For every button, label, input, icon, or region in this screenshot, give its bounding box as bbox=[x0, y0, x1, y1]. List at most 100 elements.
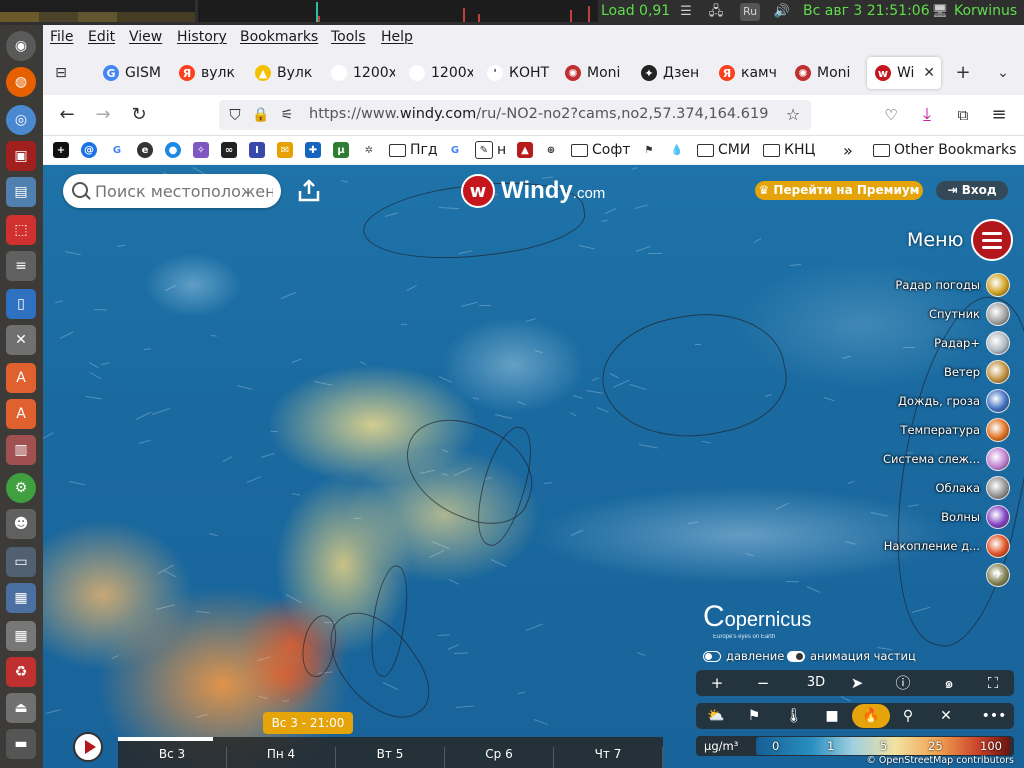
menu-help[interactable]: Help bbox=[381, 29, 413, 45]
tab-3[interactable]: 1200x63 bbox=[323, 57, 395, 89]
locate-icon[interactable]: ➤ bbox=[842, 670, 872, 696]
layer-item[interactable]: Дождь, гроза bbox=[898, 388, 1010, 414]
bookmark-mountain-icon[interactable]: ▲ bbox=[517, 142, 533, 158]
bookmark-folder-soft[interactable]: Софт bbox=[592, 142, 630, 158]
update-icon[interactable]: ⚙ bbox=[6, 473, 36, 503]
document-icon[interactable]: ▯ bbox=[6, 289, 36, 319]
current-time[interactable]: Вс 3 - 21:00 bbox=[263, 712, 353, 734]
bookmark-star-icon[interactable]: ☆ bbox=[781, 103, 805, 127]
toggle-switch[interactable] bbox=[703, 650, 721, 662]
settings-list-icon[interactable]: ≡ bbox=[6, 251, 36, 281]
pocket-icon[interactable]: ♡ bbox=[879, 103, 903, 127]
extensions-icon[interactable]: ⧉ bbox=[951, 103, 975, 127]
particles-toggle[interactable]: анимация частиц bbox=[787, 649, 916, 663]
bookmark-folder-smi[interactable]: СМИ bbox=[718, 142, 750, 158]
ubuntu-icon[interactable]: ◉ bbox=[6, 31, 36, 61]
bookmark-folder-knc[interactable]: КНЦ bbox=[784, 142, 815, 158]
shield-icon[interactable]: ⛉ bbox=[223, 103, 247, 127]
tab-4[interactable]: 1200x63 bbox=[401, 57, 473, 89]
layer-item[interactable]: Ветер bbox=[944, 359, 1010, 385]
screenshot-icon[interactable]: ⬚ bbox=[6, 215, 36, 245]
tab-9[interactable]: ✺ Moni bbox=[787, 57, 859, 89]
layer-item[interactable]: Радар погоды bbox=[895, 272, 1010, 298]
layer-icon[interactable] bbox=[986, 418, 1010, 442]
premium-button[interactable]: ♛ Перейти на Премиум bbox=[755, 181, 923, 200]
zoom-out-icon[interactable]: − bbox=[748, 670, 778, 696]
menu-label[interactable]: Меню bbox=[907, 229, 964, 251]
layer-icon[interactable] bbox=[986, 476, 1010, 500]
lock-icon[interactable]: 🔒 bbox=[249, 103, 273, 127]
bookmark-mail-icon[interactable]: @ bbox=[81, 142, 97, 158]
pollution-icon[interactable]: 🔥 bbox=[852, 704, 890, 728]
archive-icon[interactable]: ▥ bbox=[6, 435, 36, 465]
bookmarks-overflow-icon[interactable]: » bbox=[843, 140, 853, 160]
bookmark-globe-icon[interactable]: ⊕ bbox=[543, 142, 559, 158]
toggle-switch[interactable] bbox=[787, 650, 805, 662]
menu-view[interactable]: View bbox=[129, 29, 162, 45]
forward-arrow-icon[interactable]: → bbox=[91, 103, 115, 127]
layer-item[interactable]: Волны bbox=[941, 504, 1010, 530]
bookmark-envelope-icon[interactable]: ✉ bbox=[277, 142, 293, 158]
agent-icon[interactable]: ☻ bbox=[6, 509, 36, 539]
menu-tools[interactable]: Tools bbox=[331, 29, 366, 45]
tab-2[interactable]: ▲ Вулк bbox=[247, 57, 319, 89]
bookmark-google-2-icon[interactable]: G bbox=[447, 142, 463, 158]
tab-6[interactable]: ✺ Moni bbox=[557, 57, 629, 89]
attribution[interactable]: © OpenStreetMap contributors bbox=[866, 755, 1014, 766]
terminal-red-icon[interactable]: ▣ bbox=[6, 141, 36, 171]
network-icon[interactable]: 🖧 bbox=[706, 3, 726, 21]
reload-icon[interactable]: ↻ bbox=[127, 103, 151, 127]
info-icon[interactable]: ⓘ bbox=[888, 670, 918, 696]
layer-icon[interactable] bbox=[986, 302, 1010, 326]
url-text[interactable]: https://www.windy.com/ru/-NO2-no2?cams,n… bbox=[309, 106, 769, 122]
layer-item[interactable]: ✈ bbox=[980, 562, 1010, 588]
layer-item[interactable]: Температура bbox=[900, 417, 1010, 443]
bookmark-google-icon[interactable]: G bbox=[109, 142, 125, 158]
remote-desktop-icon[interactable]: ▦ bbox=[6, 583, 36, 613]
tools-icon[interactable]: ✕ bbox=[6, 325, 36, 355]
time-track[interactable]: Вс 3 Пн 4 Вт 5 Ср 6 Чт 7 Вс 3 - 21:00 bbox=[118, 712, 663, 768]
layer-icon[interactable] bbox=[986, 389, 1010, 413]
bookmark-infinity-icon[interactable]: ∞ bbox=[221, 142, 237, 158]
layer-icon[interactable] bbox=[986, 331, 1010, 355]
weather-icon[interactable]: ⛅ bbox=[700, 703, 732, 729]
equalizer-icon[interactable]: ☰ bbox=[676, 3, 696, 21]
tab-0[interactable]: G GISM bbox=[95, 57, 167, 89]
close-icon[interactable]: ✕ bbox=[930, 703, 962, 729]
layer-item[interactable]: Спутник bbox=[929, 301, 1010, 327]
bookmark-blue-icon[interactable]: ● bbox=[165, 142, 181, 158]
bookmark-purple-icon[interactable]: ✧ bbox=[193, 142, 209, 158]
flag-icon[interactable]: ⚑ bbox=[738, 703, 770, 729]
layer-item[interactable]: Система слеж... bbox=[883, 446, 1010, 472]
bookmark-n[interactable]: н bbox=[497, 142, 506, 158]
software-2-icon[interactable]: A bbox=[6, 399, 36, 429]
more-icon[interactable]: ••• bbox=[978, 703, 1010, 729]
windy-logo[interactable]: w Windy.com bbox=[461, 173, 605, 209]
keyboard-layout[interactable]: Ru bbox=[740, 3, 760, 21]
layer-item[interactable]: Облака bbox=[935, 475, 1010, 501]
permissions-icon[interactable]: ⚟ bbox=[275, 103, 299, 127]
tab-list-chevron-icon[interactable]: ⌄ bbox=[991, 61, 1015, 85]
fullscreen-icon[interactable]: ⛶ bbox=[978, 670, 1008, 696]
bookmark-flag-icon[interactable]: ⚑ bbox=[641, 142, 657, 158]
layer-icon[interactable] bbox=[986, 273, 1010, 297]
url-bar[interactable]: ⛉ 🔒 ⚟ https://www.windy.com/ru/-NO2-no2?… bbox=[219, 100, 811, 130]
timeline-day[interactable]: Ср 6 bbox=[445, 747, 554, 768]
app-menu-icon[interactable]: ≡ bbox=[987, 103, 1011, 127]
login-button[interactable]: ⇥ Вход bbox=[936, 181, 1008, 200]
bookmark-dzen-icon[interactable]: e bbox=[137, 142, 153, 158]
tab-close-icon[interactable]: ✕ bbox=[923, 65, 935, 81]
other-bookmarks[interactable]: Other Bookmarks bbox=[894, 142, 1016, 158]
bookmark-i-icon[interactable]: I bbox=[249, 142, 265, 158]
new-tab-icon[interactable]: + bbox=[951, 61, 975, 85]
thermometer-icon[interactable]: 🌡 bbox=[778, 703, 810, 729]
tab-1[interactable]: Явулк bbox=[171, 57, 243, 89]
pressure-toggle[interactable]: давление bbox=[703, 649, 784, 663]
tab-7[interactable]: ✦ Дзен bbox=[633, 57, 705, 89]
back-arrow-icon[interactable]: ← bbox=[55, 103, 79, 127]
trash-icon[interactable]: ♻ bbox=[6, 657, 36, 687]
layer-icon[interactable] bbox=[986, 447, 1010, 471]
layer-icon[interactable] bbox=[986, 534, 1010, 558]
play-button[interactable] bbox=[73, 732, 103, 762]
bookmark-notes-icon[interactable]: ✎ bbox=[475, 141, 493, 159]
